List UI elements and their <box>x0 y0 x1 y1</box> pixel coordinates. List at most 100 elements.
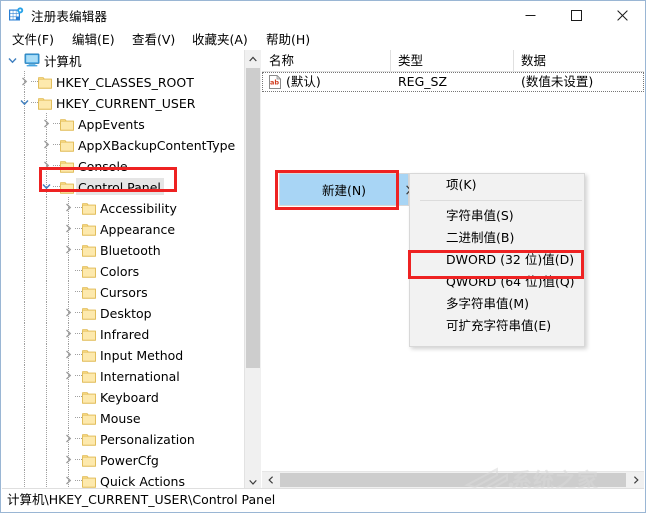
chevron-right-icon[interactable] <box>60 323 76 344</box>
minimize-button[interactable] <box>507 1 553 29</box>
tree-connector-line <box>68 386 69 407</box>
tree-item-label: Keyboard <box>100 390 159 405</box>
tree-item-desktop[interactable]: Desktop <box>2 302 245 323</box>
tree-item-hkey-current-user[interactable]: HKEY_CURRENT_USER <box>2 92 245 113</box>
tree-vertical-scrollbar[interactable] <box>244 50 261 490</box>
chevron-right-icon[interactable] <box>60 197 76 218</box>
tree-item-keyboard[interactable]: Keyboard <box>2 386 245 407</box>
chevron-right-icon[interactable] <box>60 302 76 323</box>
chevron-down-icon[interactable] <box>4 50 20 71</box>
submenu-item-binary-value[interactable]: 二进制值(B) <box>410 227 584 249</box>
tree-item-bluetooth[interactable]: Bluetooth <box>2 239 245 260</box>
chevron-right-icon[interactable] <box>60 365 76 386</box>
scroll-right-button[interactable] <box>627 472 644 488</box>
tree-item-international[interactable]: International <box>2 365 245 386</box>
column-header-type[interactable]: 类型 <box>391 50 514 71</box>
tree-item-label: Quick Actions <box>100 474 185 489</box>
chevron-down-icon[interactable] <box>38 176 54 197</box>
tree-item-mouse[interactable]: Mouse <box>2 407 245 428</box>
tree-item-label-box: HKEY_CLASSES_ROOT <box>54 73 197 90</box>
chevron-right-icon[interactable] <box>60 428 76 449</box>
tree-scroll-thumb[interactable] <box>246 68 260 368</box>
tree-item-appxbackupcontenttype[interactable]: AppXBackupContentType <box>2 134 245 155</box>
chevron-right-icon[interactable] <box>38 134 54 155</box>
tree-item-appearance[interactable]: Appearance <box>2 218 245 239</box>
submenu-item-string-value[interactable]: 字符串值(S) <box>410 205 584 227</box>
submenu-item-qword-64-value[interactable]: QWORD (64 位)值(Q) <box>410 271 584 293</box>
folder-icon <box>82 222 96 235</box>
tree-item-hkey-classes-root[interactable]: HKEY_CLASSES_ROOT <box>2 71 245 92</box>
tree-item-cursors[interactable]: Cursors <box>2 281 245 302</box>
folder-icon <box>38 75 52 88</box>
chevron-right-icon[interactable] <box>60 344 76 365</box>
close-button[interactable] <box>599 1 645 29</box>
column-header-name[interactable]: 名称 <box>262 50 391 71</box>
chevron-right-icon[interactable] <box>60 239 76 260</box>
list-horizontal-scrollbar[interactable] <box>262 471 644 488</box>
folder-icon <box>82 264 96 277</box>
tree-item-label: AppXBackupContentType <box>78 138 235 153</box>
menu-file[interactable]: 文件(F) <box>9 31 57 48</box>
tree-item-control-panel[interactable]: Control Panel <box>2 176 245 197</box>
menu-bar: 文件(F) 编辑(E) 查看(V) 收藏夹(A) 帮助(H) <box>1 29 645 50</box>
tree-item-infrared[interactable]: Infrared <box>2 323 245 344</box>
registry-editor-window: 注册表编辑器 文件(F) 编辑(E) 查看(V) 收藏夹(A) 帮助(H) 计算… <box>0 0 646 513</box>
window-title: 注册表编辑器 <box>31 6 107 25</box>
tree-item-label-box: Appearance <box>98 220 178 237</box>
chevron-right-icon[interactable] <box>38 113 54 134</box>
menu-help[interactable]: 帮助(H) <box>263 31 313 48</box>
tree-item-powercfg[interactable]: PowerCfg <box>2 449 245 470</box>
context-menu-item-new[interactable]: 新建(N) <box>280 174 408 205</box>
chevron-right-icon[interactable] <box>60 449 76 470</box>
tree-item-label-box: 计算机 <box>42 52 85 69</box>
tree-item-console[interactable]: Console <box>2 155 245 176</box>
chevron-right-icon[interactable] <box>38 155 54 176</box>
tree-item-label: 计算机 <box>44 54 82 69</box>
scroll-up-button[interactable] <box>245 50 261 67</box>
chevron-right-icon[interactable] <box>60 470 76 490</box>
column-header-data[interactable]: 数据 <box>514 50 644 71</box>
maximize-button[interactable] <box>553 1 599 29</box>
context-submenu-new: 项(K) 字符串值(S) 二进制值(B) DWORD (32 位)值(D) QW… <box>409 173 585 347</box>
tree-item-label: Console <box>78 159 128 174</box>
chevron-right-icon[interactable] <box>16 71 32 92</box>
tree-connector-line <box>24 134 25 155</box>
tree-connector-line <box>68 260 69 281</box>
tree-item-label: Colors <box>100 264 139 279</box>
menu-view[interactable]: 查看(V) <box>129 31 178 48</box>
tree-connector-line <box>24 281 25 302</box>
tree-item-label: International <box>100 369 180 384</box>
chevron-up-icon <box>249 56 257 62</box>
submenu-item-key[interactable]: 项(K) <box>410 174 584 196</box>
tree-item-colors[interactable]: Colors <box>2 260 245 281</box>
tree-item-label-box: PowerCfg <box>98 451 162 468</box>
menu-edit[interactable]: 编辑(E) <box>69 31 118 48</box>
tree-item-label-box: Desktop <box>98 304 155 321</box>
minimize-icon <box>525 10 536 21</box>
tree-item-label: Accessibility <box>100 201 177 216</box>
tree-item-personalization[interactable]: Personalization <box>2 428 245 449</box>
tree-connector-line <box>46 386 47 407</box>
submenu-item-multi-string-value[interactable]: 多字符串值(M) <box>410 293 584 315</box>
list-hscroll-thumb[interactable] <box>280 473 626 487</box>
registry-editor-icon <box>8 7 24 23</box>
submenu-item-dword-32-value[interactable]: DWORD (32 位)值(D) <box>410 249 584 271</box>
tree-item-input-method[interactable]: Input Method <box>2 344 245 365</box>
chevron-down-icon[interactable] <box>16 92 32 113</box>
tree-item-appevents[interactable]: AppEvents <box>2 113 245 134</box>
menu-favorites[interactable]: 收藏夹(A) <box>189 31 251 48</box>
tree-item-label: Input Method <box>100 348 183 363</box>
table-row[interactable]: ab (默认) REG_SZ (数值未设置) <box>262 72 644 92</box>
submenu-item-expandable-string-value[interactable]: 可扩充字符串值(E) <box>410 315 584 337</box>
tree-item-label: HKEY_CLASSES_ROOT <box>56 75 194 90</box>
tree-item-label-box: Colors <box>98 262 142 279</box>
chevron-left-icon <box>268 476 274 484</box>
tree-item-quick-actions[interactable]: Quick Actions <box>2 470 245 490</box>
tree-connector-line <box>24 365 25 386</box>
tree-item-[interactable]: 计算机 <box>2 50 245 71</box>
scroll-left-button[interactable] <box>262 472 279 488</box>
chevron-right-icon[interactable] <box>60 218 76 239</box>
tree-item-accessibility[interactable]: Accessibility <box>2 197 245 218</box>
tree-item-label: AppEvents <box>78 117 145 132</box>
registry-tree-pane[interactable]: 计算机 HKEY_CLASSES_ROOT HKEY_CURRENT_USER App… <box>2 50 261 490</box>
